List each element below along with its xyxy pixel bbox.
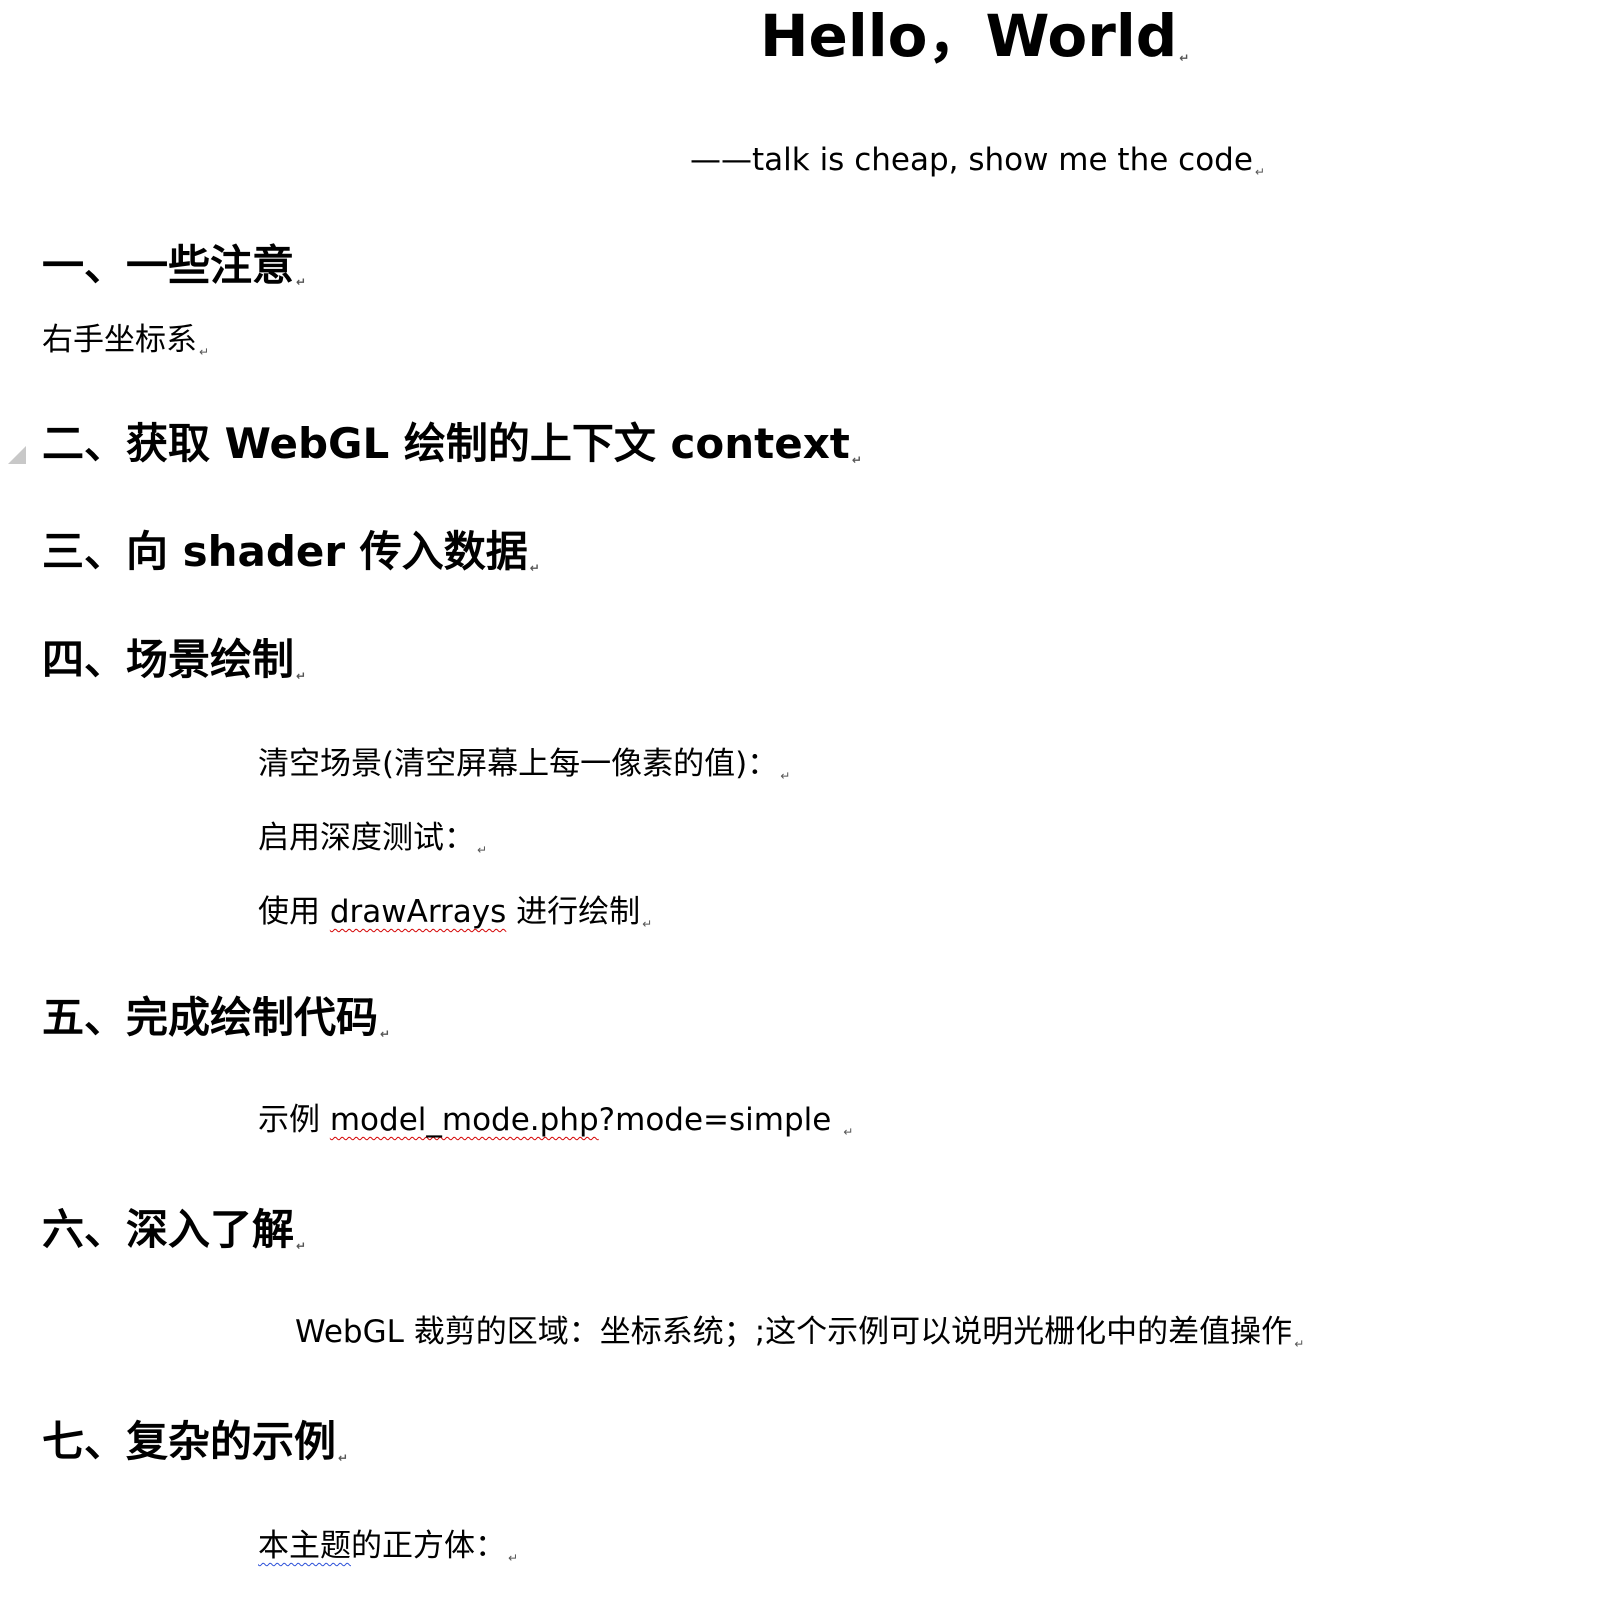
- paragraph-mark: ↵: [1179, 51, 1190, 65]
- paragraph-mark: ↵: [642, 917, 653, 931]
- paragraph-mark: ↵: [843, 1125, 854, 1139]
- section-7-cube-line: 本主题的正方体： ↵: [258, 1526, 518, 1572]
- document-page: Hello，World ↵ ——talk is cheap, show me th…: [0, 0, 1605, 1605]
- document-subtitle: ——talk is cheap, show me the code ↵: [690, 140, 1265, 186]
- paragraph-mark: ↵: [296, 275, 307, 289]
- section-heading-7: 七、复杂的示例 ↵: [42, 1416, 348, 1478]
- section-1-line: 右手坐标系 ↵: [42, 320, 209, 366]
- grammar-check-term[interactable]: 本主题: [258, 1528, 351, 1564]
- line-text: ?mode=simple: [598, 1102, 842, 1138]
- line-text: 启用深度测试：: [258, 820, 475, 856]
- spellcheck-term[interactable]: model_mode.php: [330, 1102, 599, 1138]
- line-text: 示例: [258, 1102, 330, 1138]
- paragraph-mark: ↵: [477, 843, 488, 857]
- heading-text: 五、完成绘制代码: [42, 993, 379, 1042]
- line-text: 清空场景(清空屏幕上每一像素的值)：: [258, 746, 779, 782]
- paragraph-mark: ↵: [296, 669, 307, 683]
- section-heading-3: 三、向 shader 传入数据 ↵: [42, 526, 540, 588]
- line-text: WebGL 裁剪的区域：坐标系统；;这个示例可以说明光栅化中的差值操作: [295, 1314, 1293, 1350]
- paragraph-mark: ↵: [851, 453, 862, 467]
- line-text: 右手坐标系: [42, 322, 197, 358]
- section-heading-2: 二、获取 WebGL 绘制的上下文 context ↵: [42, 418, 862, 480]
- spellcheck-term[interactable]: drawArrays: [330, 894, 506, 930]
- heading-text: 四、场景绘制: [42, 635, 295, 684]
- heading-text: 一、一些注意: [42, 241, 295, 290]
- paragraph-mark: ↵: [780, 769, 791, 783]
- line-text: 进行绘制: [506, 894, 641, 930]
- line-text: 使用: [258, 894, 330, 930]
- paragraph-mark: ↵: [380, 1027, 391, 1041]
- paragraph-mark: ↵: [508, 1551, 519, 1565]
- subtitle-text: ——talk is cheap, show me the code: [690, 142, 1253, 178]
- title-text: Hello，World: [760, 2, 1178, 70]
- heading-text: 二、获取 WebGL 绘制的上下文 context: [42, 419, 850, 468]
- document-title: Hello，World ↵: [760, 0, 1189, 88]
- heading-text: 七、复杂的示例: [42, 1417, 337, 1466]
- section-4-line-clear: 清空场景(清空屏幕上每一像素的值)： ↵: [258, 744, 790, 790]
- paragraph-mark: ↵: [296, 1239, 307, 1253]
- paragraph-mark: ↵: [338, 1451, 349, 1465]
- section-heading-6: 六、深入了解 ↵: [42, 1204, 306, 1266]
- section-4-line-depth: 启用深度测试： ↵: [258, 818, 487, 864]
- section-heading-4: 四、场景绘制 ↵: [42, 634, 306, 696]
- collapse-triangle-icon[interactable]: [8, 446, 26, 464]
- section-heading-1: 一、一些注意 ↵: [42, 240, 306, 302]
- heading-text: 六、深入了解: [42, 1205, 295, 1254]
- paragraph-mark: ↵: [1254, 165, 1265, 179]
- section-6-line: WebGL 裁剪的区域：坐标系统；;这个示例可以说明光栅化中的差值操作 ↵: [295, 1312, 1304, 1358]
- line-text: 的正方体：: [351, 1528, 506, 1564]
- paragraph-mark: ↵: [529, 561, 540, 575]
- section-heading-5: 五、完成绘制代码 ↵: [42, 992, 390, 1054]
- heading-text: 三、向 shader 传入数据: [42, 527, 528, 576]
- section-5-example-line: 示例 model_mode.php?mode=simple ↵: [258, 1100, 853, 1146]
- paragraph-mark: ↵: [1294, 1337, 1305, 1351]
- paragraph-mark: ↵: [199, 345, 210, 359]
- section-4-line-draw: 使用 drawArrays 进行绘制 ↵: [258, 892, 652, 938]
